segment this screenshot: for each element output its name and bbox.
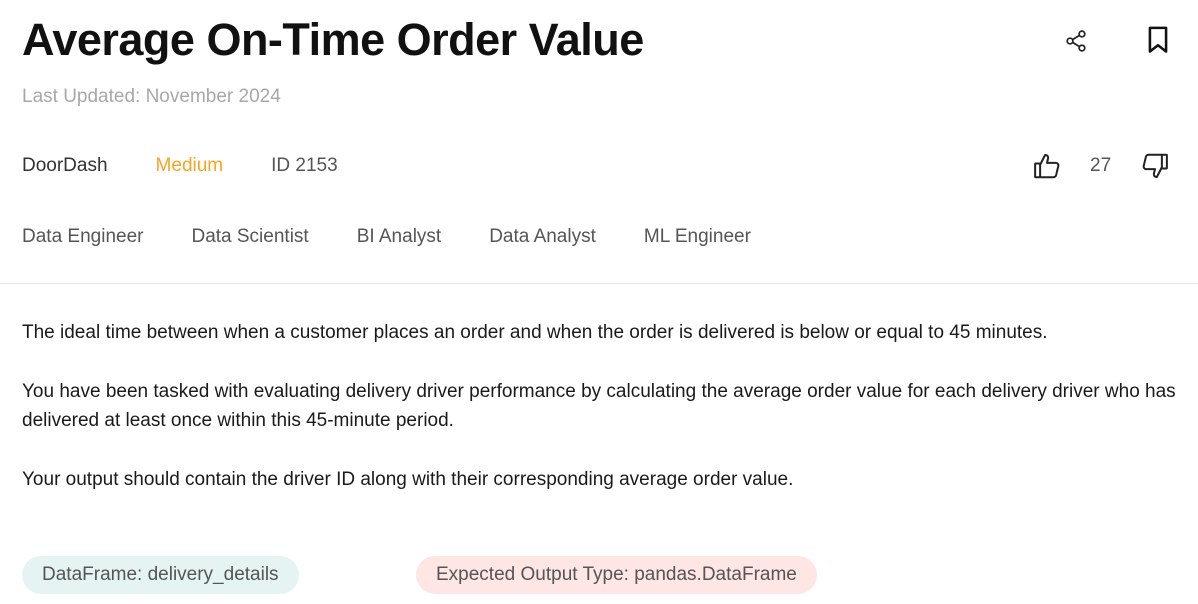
share-icon[interactable]	[1063, 28, 1089, 54]
role-tag-data-scientist[interactable]: Data Scientist	[191, 226, 308, 248]
company-name[interactable]: DoorDash	[22, 155, 108, 177]
role-tag-ml-engineer[interactable]: ML Engineer	[644, 226, 751, 248]
page-title: Average On-Time Order Value	[22, 14, 644, 65]
section-divider	[0, 283, 1198, 284]
thumbs-down-icon[interactable]	[1140, 150, 1170, 182]
last-updated: Last Updated: November 2024	[22, 86, 281, 107]
vote-count: 27	[1090, 155, 1112, 176]
description-paragraph: The ideal time between when a customer p…	[22, 322, 1048, 343]
description-paragraph: Your output should contain the driver ID…	[22, 469, 794, 490]
role-tag-bi-analyst[interactable]: BI Analyst	[357, 226, 442, 248]
difficulty-badge: Medium	[155, 155, 224, 176]
vote-controls: 27	[1018, 150, 1198, 184]
role-tag-data-analyst[interactable]: Data Analyst	[489, 226, 596, 248]
role-tag-data-engineer[interactable]: Data Engineer	[22, 226, 143, 248]
description-paragraph: You have been tasked with evaluating del…	[22, 381, 1176, 431]
role-tags: Data Engineer Data Scientist BI Analyst …	[22, 226, 799, 248]
question-description: The ideal time between when a customer p…	[22, 318, 1182, 524]
expected-output-tag: Expected Output Type: pandas.DataFrame	[416, 556, 817, 594]
question-id: ID 2153	[271, 155, 338, 176]
thumbs-up-icon[interactable]	[1032, 150, 1062, 182]
dataframe-tag[interactable]: DataFrame: delivery_details	[22, 556, 299, 594]
bookmark-icon[interactable]	[1144, 25, 1172, 55]
question-meta: DoorDash Medium ID 2153	[22, 155, 338, 177]
